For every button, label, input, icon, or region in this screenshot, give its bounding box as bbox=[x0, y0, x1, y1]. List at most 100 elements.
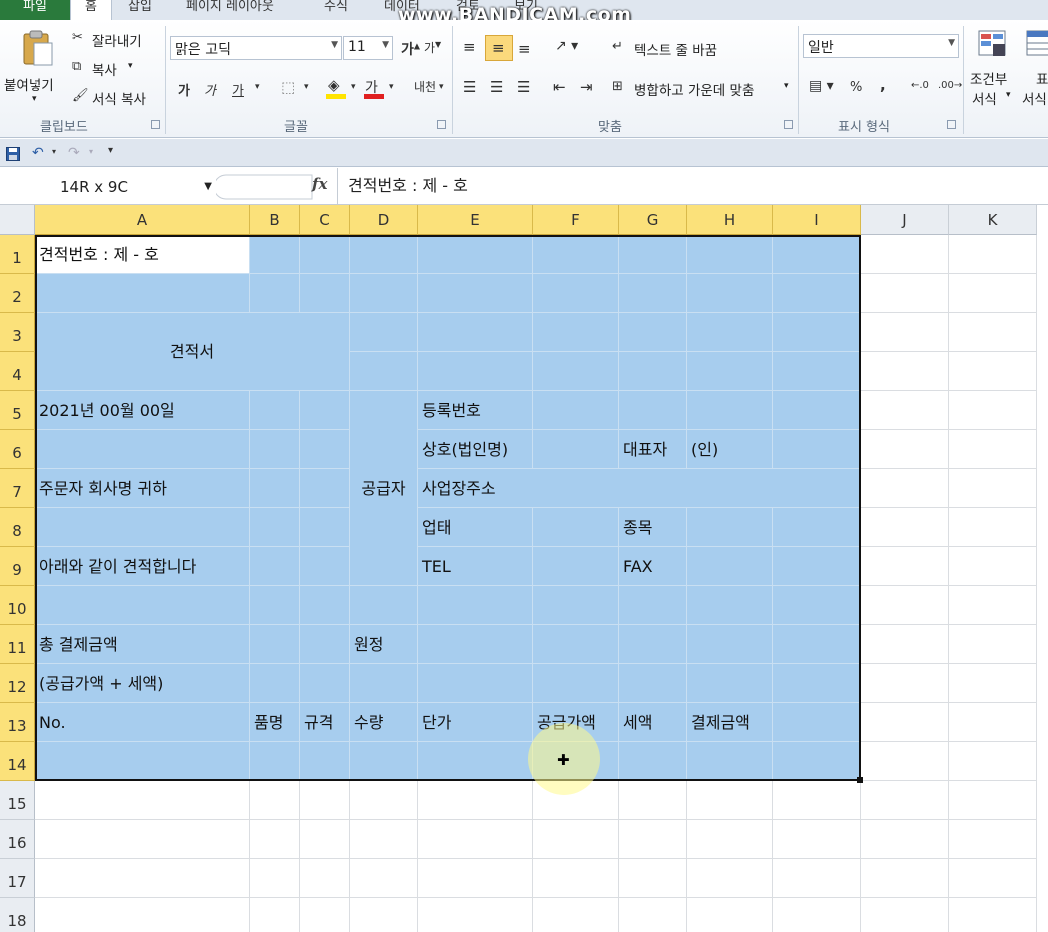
cell-i18[interactable] bbox=[773, 898, 861, 932]
align-left-icon[interactable]: ☰ bbox=[463, 78, 476, 96]
wrap-text-button[interactable]: ↵ 텍스트 줄 바꿈 bbox=[612, 38, 792, 60]
underline-button[interactable]: 가 bbox=[232, 80, 244, 99]
cell-h16[interactable] bbox=[687, 820, 773, 859]
cell-f8[interactable] bbox=[533, 508, 619, 547]
column-header-k[interactable]: K bbox=[949, 205, 1037, 235]
cell-e10[interactable] bbox=[418, 586, 533, 625]
cell-d1[interactable] bbox=[350, 235, 418, 274]
row-header-17[interactable]: 17 bbox=[0, 859, 35, 898]
cell-j6[interactable] bbox=[861, 430, 949, 469]
row-header-8[interactable]: 8 bbox=[0, 508, 35, 547]
cell-e11[interactable] bbox=[418, 625, 533, 664]
cell-e13[interactable]: 단가 bbox=[418, 703, 533, 742]
cell-b12[interactable] bbox=[250, 664, 300, 703]
row-header-9[interactable]: 9 bbox=[0, 547, 35, 586]
cell-b8[interactable] bbox=[250, 508, 300, 547]
cell-h8[interactable] bbox=[687, 508, 773, 547]
cell-g16[interactable] bbox=[619, 820, 687, 859]
cell-h2[interactable] bbox=[687, 274, 773, 313]
increase-decimal-icon[interactable]: ←.0 bbox=[911, 80, 929, 91]
dialog-launcher-icon[interactable] bbox=[784, 120, 793, 129]
align-bottom-icon[interactable]: ≡ bbox=[518, 40, 531, 58]
cell-b9[interactable] bbox=[250, 547, 300, 586]
chevron-down-icon[interactable]: ▾ bbox=[351, 82, 356, 92]
cell-d16[interactable] bbox=[350, 820, 418, 859]
cell-j2[interactable] bbox=[861, 274, 949, 313]
cell-h11[interactable] bbox=[687, 625, 773, 664]
cell-j17[interactable] bbox=[861, 859, 949, 898]
undo-icon[interactable]: ↶ bbox=[32, 145, 44, 161]
column-header-d[interactable]: D bbox=[350, 205, 418, 235]
cell-e18[interactable] bbox=[418, 898, 533, 932]
column-header-g[interactable]: G bbox=[619, 205, 687, 235]
cell-j15[interactable] bbox=[861, 781, 949, 820]
cell-b16[interactable] bbox=[250, 820, 300, 859]
column-header-c[interactable]: C bbox=[300, 205, 350, 235]
cell-j14[interactable] bbox=[861, 742, 949, 781]
cell-i13[interactable] bbox=[773, 703, 861, 742]
cell-k3[interactable] bbox=[949, 313, 1037, 352]
cell-g11[interactable] bbox=[619, 625, 687, 664]
cell-k18[interactable] bbox=[949, 898, 1037, 932]
bold-button[interactable]: 가 bbox=[178, 80, 190, 99]
cell-h17[interactable] bbox=[687, 859, 773, 898]
cell-k1[interactable] bbox=[949, 235, 1037, 274]
cell-e5[interactable]: 등록번호 bbox=[418, 391, 533, 430]
cell-i3[interactable] bbox=[773, 313, 861, 352]
cell-g18[interactable] bbox=[619, 898, 687, 932]
merge-center-button[interactable]: ⊞ 병합하고 가운데 맞춤 ▾ bbox=[612, 78, 798, 100]
cell-c8[interactable] bbox=[300, 508, 350, 547]
cell-e16[interactable] bbox=[418, 820, 533, 859]
cell-d10[interactable] bbox=[350, 586, 418, 625]
cell-h13[interactable]: 결제금액 bbox=[687, 703, 773, 742]
name-box[interactable]: 14R x 9C ▼ bbox=[0, 174, 216, 200]
row-header-6[interactable]: 6 bbox=[0, 430, 35, 469]
cell-f10[interactable] bbox=[533, 586, 619, 625]
align-right-icon[interactable]: ☰ bbox=[517, 78, 530, 96]
cell-h14[interactable] bbox=[687, 742, 773, 781]
cell-b7[interactable] bbox=[250, 469, 300, 508]
cell-j12[interactable] bbox=[861, 664, 949, 703]
cell-b1[interactable] bbox=[250, 235, 300, 274]
paste-button[interactable]: 붙여넣기 ▾ bbox=[4, 26, 66, 110]
row-header-4[interactable]: 4 bbox=[0, 352, 35, 391]
cell-i15[interactable] bbox=[773, 781, 861, 820]
cell-i14[interactable] bbox=[773, 742, 861, 781]
chevron-down-icon[interactable]: ▾ bbox=[89, 147, 93, 156]
cell-a2[interactable] bbox=[35, 274, 250, 313]
cell-d3[interactable] bbox=[350, 313, 418, 352]
cell-c17[interactable] bbox=[300, 859, 350, 898]
cell-a16[interactable] bbox=[35, 820, 250, 859]
cell-j10[interactable] bbox=[861, 586, 949, 625]
cell-a17[interactable] bbox=[35, 859, 250, 898]
cell-d18[interactable] bbox=[350, 898, 418, 932]
cell-i16[interactable] bbox=[773, 820, 861, 859]
row-header-3[interactable]: 3 bbox=[0, 313, 35, 352]
cell-i6[interactable] bbox=[773, 430, 861, 469]
cell-f2[interactable] bbox=[533, 274, 619, 313]
cell-g2[interactable] bbox=[619, 274, 687, 313]
cell-k8[interactable] bbox=[949, 508, 1037, 547]
row-header-15[interactable]: 15 bbox=[0, 781, 35, 820]
decrease-indent-icon[interactable]: ⇤ bbox=[553, 78, 566, 96]
cell-g14[interactable] bbox=[619, 742, 687, 781]
chevron-down-icon[interactable]: ▾ bbox=[52, 147, 56, 156]
row-header-14[interactable]: 14 bbox=[0, 742, 35, 781]
row-header-1[interactable]: 1 bbox=[0, 235, 35, 274]
column-header-i[interactable]: I bbox=[773, 205, 861, 235]
column-header-j[interactable]: J bbox=[861, 205, 949, 235]
cell-f16[interactable] bbox=[533, 820, 619, 859]
cell-a12[interactable]: (공급가액 + 세액) bbox=[35, 664, 250, 703]
cell-k4[interactable] bbox=[949, 352, 1037, 391]
number-format-select[interactable]: 일반 ▼ bbox=[803, 34, 959, 58]
cell-j3[interactable] bbox=[861, 313, 949, 352]
cell-g12[interactable] bbox=[619, 664, 687, 703]
fill-handle[interactable] bbox=[857, 777, 863, 783]
cell-g10[interactable] bbox=[619, 586, 687, 625]
cell-d5[interactable]: 공급자 bbox=[350, 391, 418, 586]
cell-h15[interactable] bbox=[687, 781, 773, 820]
cell-c14[interactable] bbox=[300, 742, 350, 781]
cell-d17[interactable] bbox=[350, 859, 418, 898]
cell-j5[interactable] bbox=[861, 391, 949, 430]
cell-e6[interactable]: 상호(법인명) bbox=[418, 430, 533, 469]
